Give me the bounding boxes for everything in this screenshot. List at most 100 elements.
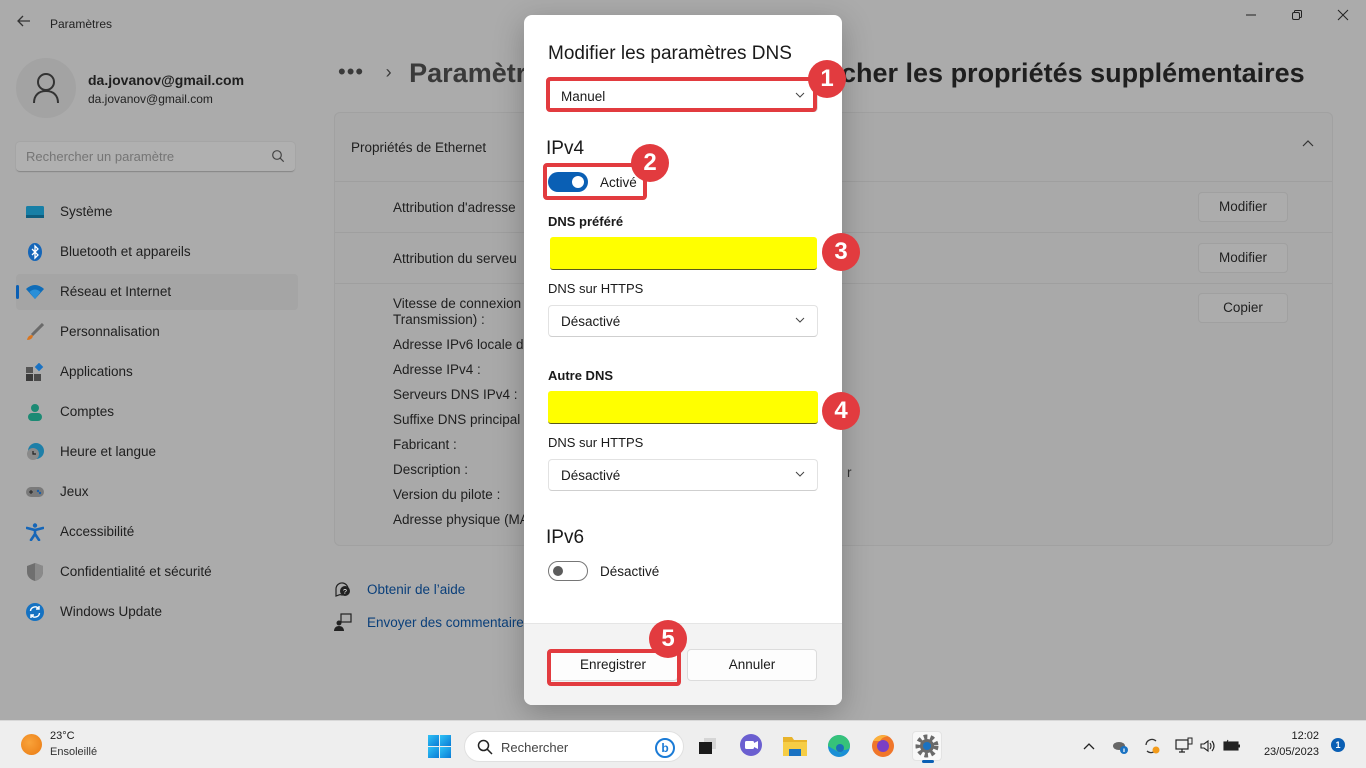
show-hidden-icons-button[interactable] (1080, 737, 1098, 755)
edge-button[interactable] (824, 731, 854, 761)
page-title: cher les propriétés supplémentaires (841, 58, 1305, 88)
property-label: Version du pilote : (393, 487, 501, 502)
accessibility-icon (26, 523, 44, 541)
preferred-dns-input[interactable] (550, 237, 817, 270)
start-button[interactable] (428, 735, 451, 758)
windows-logo-tile (428, 735, 439, 746)
firefox-button[interactable] (868, 731, 898, 761)
sidebar-item-label: Personnalisation (60, 324, 160, 339)
ipv6-toggle[interactable] (548, 561, 588, 581)
user-profile[interactable]: da.jovanov@gmail.com da.jovanov@gmail.co… (16, 58, 306, 118)
windows-logo-tile (440, 747, 451, 758)
row-label: Attribution du serveu (393, 251, 517, 266)
volume-button[interactable] (1199, 737, 1217, 755)
dns-mode-select[interactable]: Manuel (548, 80, 818, 112)
preferred-doh-value: Désactivé (561, 314, 621, 329)
property-value: r (847, 465, 852, 480)
maximize-button[interactable] (1274, 6, 1320, 28)
toggle-knob (572, 176, 584, 188)
sidebar-item-personnalisation[interactable]: Personnalisation (16, 314, 298, 350)
windows-logo-tile (440, 735, 451, 746)
windows-logo-tile (428, 747, 439, 758)
property-label: Serveurs DNS IPv4 : (393, 387, 518, 402)
alternate-doh-select[interactable]: Désactivé (548, 459, 818, 491)
minimize-button[interactable] (1228, 6, 1274, 28)
sidebar-item-label: Accessibilité (60, 524, 135, 539)
weather-temp: 23°C (50, 730, 75, 742)
chevron-right-icon: › (385, 62, 392, 82)
network-button[interactable] (1175, 737, 1193, 755)
battery-button[interactable] (1223, 737, 1241, 755)
task-view-button[interactable] (694, 731, 724, 761)
sidebar-item-comptes[interactable]: Comptes (16, 394, 298, 430)
sidebar-item-label: Réseau et Internet (60, 284, 172, 299)
ethernet-icon (1175, 737, 1193, 753)
cancel-button[interactable]: Annuler (687, 649, 817, 681)
breadcrumb: ••• › Paramètr cher les propriétés suppl… (338, 58, 1305, 89)
breadcrumb-overflow[interactable]: ••• (338, 59, 364, 84)
edit-ip-assignment-button[interactable]: Modifier (1198, 192, 1288, 222)
help-icon: ? (335, 582, 350, 597)
close-button[interactable] (1320, 6, 1366, 28)
settings-search[interactable] (16, 142, 295, 172)
preferred-doh-select[interactable]: Désactivé (548, 305, 818, 337)
sidebar-item-heure[interactable]: Heure et langue (16, 434, 298, 470)
weather-desc: Ensoleillé (50, 746, 98, 758)
teams-chat-button[interactable] (736, 731, 766, 761)
sidebar-item-bluetooth[interactable]: Bluetooth et appareils (16, 234, 298, 270)
sidebar-item-confidentialite[interactable]: Confidentialité et sécurité (16, 554, 298, 590)
sidebar-item-jeux[interactable]: Jeux (16, 474, 298, 510)
back-button[interactable] (14, 14, 34, 34)
sidebar-item-label: Jeux (60, 484, 89, 499)
search-input[interactable] (26, 149, 256, 164)
clock-globe-icon (27, 443, 44, 460)
chevron-down-icon (795, 317, 805, 323)
sun-icon (21, 734, 42, 755)
sync-button[interactable] (1143, 737, 1161, 755)
edit-dns-assignment-button[interactable]: Modifier (1198, 243, 1288, 273)
property-label: Adresse physique (MA (393, 512, 529, 527)
account-icon (28, 404, 42, 421)
annotation-badge-1: 1 (808, 60, 846, 98)
annotation-badge-4: 4 (822, 392, 860, 430)
property-label: Description : (393, 462, 469, 477)
dns-settings-dialog: Modifier les paramètres DNS Manuel IPv4 … (524, 15, 842, 705)
notification-badge[interactable]: 1 (1331, 738, 1345, 752)
toggle-knob (553, 566, 563, 576)
feedback-icon (334, 613, 352, 631)
file-explorer-icon (783, 737, 807, 756)
onedrive-button[interactable] (1111, 737, 1129, 755)
taskbar-search[interactable]: Rechercher b (464, 731, 684, 762)
volume-icon (1200, 739, 1215, 753)
copy-button[interactable]: Copier (1198, 293, 1288, 323)
taskbar: 23°C Ensoleillé Rechercher b 12:02 23/05… (0, 720, 1366, 768)
alternate-doh-value: Désactivé (561, 468, 621, 483)
preferred-dns-label: DNS préféré (548, 214, 624, 229)
file-explorer-button[interactable] (780, 731, 810, 761)
ipv4-toggle[interactable] (548, 172, 588, 192)
send-feedback-label: Envoyer des commentaire (367, 615, 524, 630)
chevron-up-icon[interactable] (1302, 139, 1314, 147)
taskbar-search-label: Rechercher (501, 740, 569, 755)
chevron-down-icon (795, 471, 805, 477)
get-help-label: Obtenir de l’aide (367, 582, 466, 597)
dns-mode-value: Manuel (561, 89, 606, 104)
onedrive-cloud-icon (1113, 742, 1128, 754)
sidebar-item-accessibilite[interactable]: Accessibilité (16, 514, 298, 550)
search-icon[interactable] (271, 149, 285, 163)
edge-icon (828, 735, 850, 757)
restore-icon (1292, 10, 1302, 20)
sync-icon (1145, 738, 1160, 754)
sidebar-item-reseau[interactable]: Réseau et Internet (16, 274, 298, 310)
wifi-icon (26, 285, 44, 299)
alternate-dns-input[interactable] (548, 391, 818, 424)
clock-time: 12:02 (1291, 730, 1319, 742)
bing-icon: b (655, 738, 675, 758)
sidebar-item-label: Heure et langue (60, 444, 157, 459)
annotation-badge-3: 3 (822, 233, 860, 271)
sidebar-item-systeme[interactable]: Système (16, 194, 298, 230)
sidebar-item-windows-update[interactable]: Windows Update (16, 594, 298, 630)
sidebar-item-applications[interactable]: Applications (16, 354, 298, 390)
breadcrumb-parent[interactable]: Paramètr (409, 58, 526, 88)
settings-app-button[interactable] (912, 731, 942, 763)
